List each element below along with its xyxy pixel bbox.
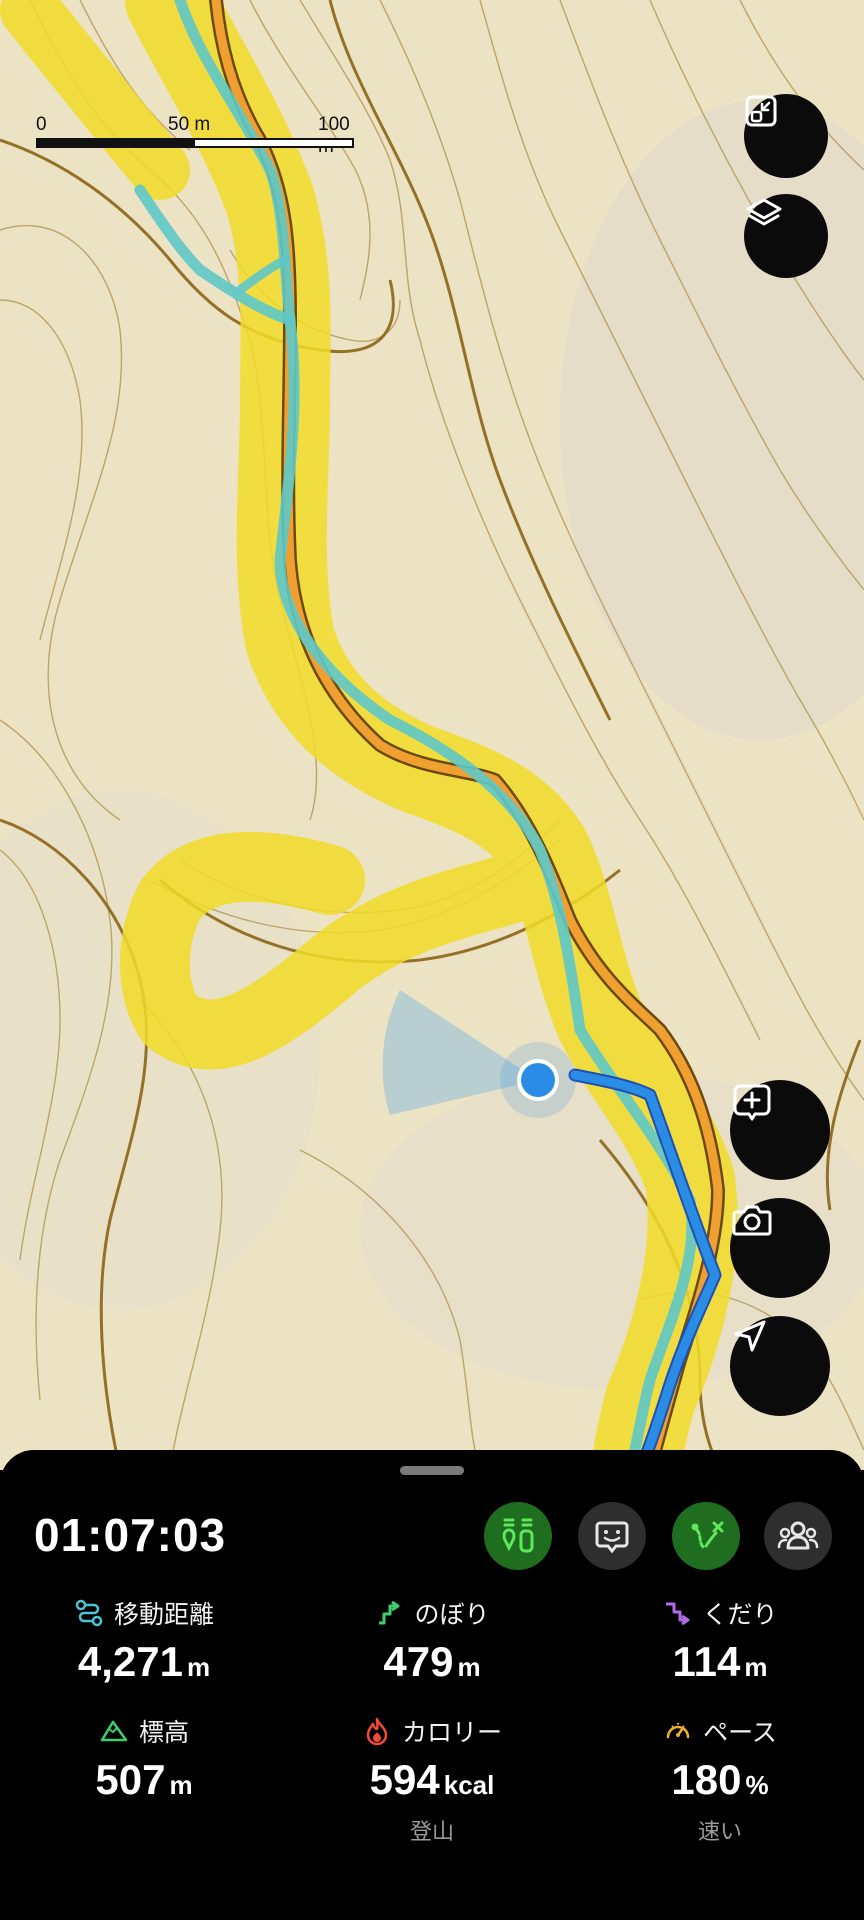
fit-screen-icon xyxy=(745,95,777,127)
stat-pace: ペース 180% 速い xyxy=(576,1714,864,1846)
stat-descent-unit: m xyxy=(744,1652,768,1682)
stat-elevation-label: 標高 xyxy=(138,1718,189,1747)
scale-label-zero: 0 xyxy=(36,114,47,135)
route-mode-button[interactable] xyxy=(672,1502,740,1570)
route-icon xyxy=(691,1521,724,1550)
checkpoint-mode-button[interactable] xyxy=(484,1502,552,1570)
checkpoint-icon xyxy=(502,1518,534,1553)
add-memo-button[interactable] xyxy=(730,1080,830,1180)
stat-pace-value: 180 xyxy=(671,1756,742,1803)
scale-label-max: 100 m xyxy=(318,114,350,157)
stat-distance: 移動距離 4,271 m xyxy=(0,1596,288,1686)
group-mode-button[interactable] xyxy=(764,1502,832,1570)
stat-calories-label: カロリー xyxy=(401,1718,502,1747)
ascent-arrow-icon xyxy=(379,1600,400,1625)
stat-distance-label: 移動距離 xyxy=(113,1600,214,1629)
friend-face-icon xyxy=(595,1521,629,1554)
stat-distance-unit: m xyxy=(186,1652,211,1682)
stat-descent-value: 114 xyxy=(672,1638,741,1685)
plus-bubble-icon xyxy=(733,1084,771,1121)
layers-button[interactable] xyxy=(744,194,828,278)
descent-arrow-icon xyxy=(666,1602,690,1626)
stat-distance-value: 4,271 xyxy=(77,1638,183,1685)
navigation-arrow-icon xyxy=(734,1320,766,1352)
friend-mode-button[interactable] xyxy=(578,1502,646,1570)
fit-screen-button[interactable] xyxy=(744,94,828,178)
stat-pace-label: ペース xyxy=(703,1718,777,1747)
stat-ascent-value: 479 xyxy=(383,1638,454,1685)
stat-calories: カロリー 594 kcal 登山 xyxy=(288,1714,576,1846)
map-view[interactable]: 0 50 m 100 m xyxy=(0,0,864,1470)
speedometer-icon xyxy=(666,1723,690,1739)
stat-elevation: 標高 507 m xyxy=(0,1714,288,1804)
sheet-drag-handle[interactable] xyxy=(400,1466,464,1475)
stat-calories-value: 594 xyxy=(369,1756,440,1803)
layers-icon xyxy=(746,198,782,226)
scale-bar xyxy=(36,138,354,148)
stat-descent-label: くだり xyxy=(702,1600,778,1629)
stat-ascent: のぼり 479 m xyxy=(288,1596,576,1686)
route-distance-icon xyxy=(75,1599,103,1627)
stat-ascent-unit: m xyxy=(457,1652,481,1682)
stat-elevation-unit: m xyxy=(169,1770,193,1800)
elapsed-time: 01:07:03 xyxy=(34,1509,227,1561)
stat-calories-activity: 登山 xyxy=(409,1820,454,1845)
stat-pace-unit: % xyxy=(745,1770,769,1800)
mountain-icon xyxy=(100,1720,128,1742)
stat-calories-unit: kcal xyxy=(443,1770,495,1800)
map-scale-bar: 0 50 m 100 m xyxy=(36,114,356,157)
group-icon xyxy=(777,1521,819,1550)
stat-pace-rating: 速い xyxy=(697,1820,742,1845)
flame-icon xyxy=(366,1717,388,1746)
activity-bottom-sheet[interactable]: 01:07:03 移動距離 4,271 m のぼり 479 m くだり 114 … xyxy=(0,1450,864,1920)
stat-elevation-value: 507 xyxy=(95,1756,166,1803)
locate-me-button[interactable] xyxy=(730,1316,830,1416)
scale-label-mid: 50 m xyxy=(168,114,211,135)
stat-ascent-label: のぼり xyxy=(414,1600,490,1629)
camera-icon xyxy=(732,1205,772,1236)
current-position-marker xyxy=(500,1042,576,1118)
stat-descent: くだり 114 m xyxy=(576,1596,864,1686)
camera-button[interactable] xyxy=(730,1198,830,1298)
